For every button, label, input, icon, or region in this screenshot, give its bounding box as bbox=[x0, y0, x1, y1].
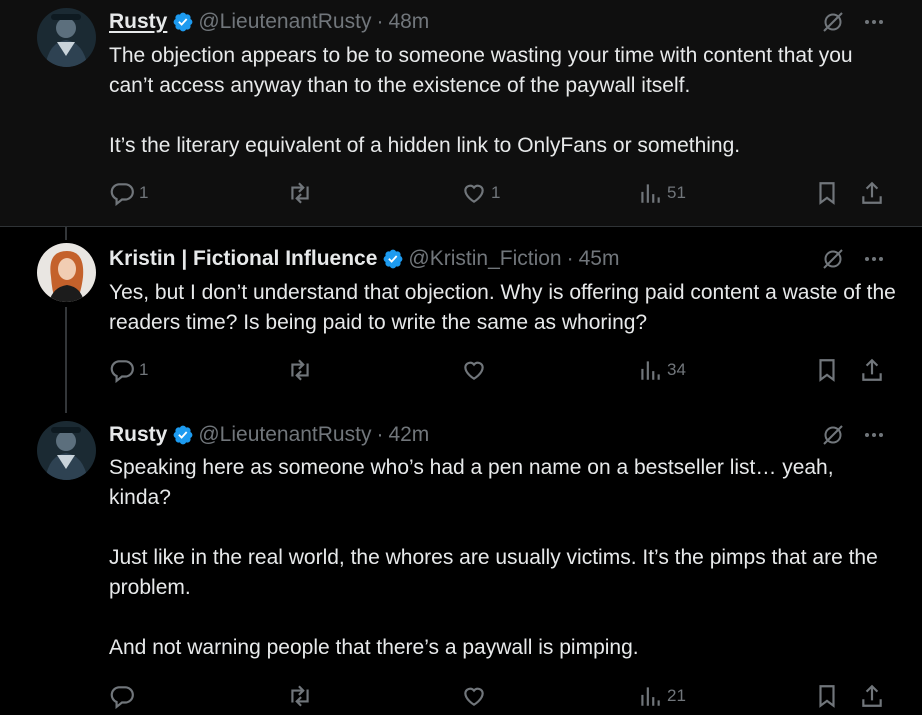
tweet-paragraph: Just like in the real world, the whores … bbox=[109, 546, 878, 599]
separator-dot: · bbox=[566, 247, 574, 270]
tweet-text: Yes, but I don’t understand that objecti… bbox=[109, 278, 899, 338]
reply-count: 1 bbox=[139, 360, 149, 379]
views-count: 34 bbox=[667, 360, 686, 379]
tweet-actions: 21 bbox=[109, 684, 889, 709]
grok-icon[interactable] bbox=[821, 247, 845, 271]
bookmark-icon bbox=[819, 182, 835, 205]
views-icon bbox=[641, 687, 660, 706]
author-handle[interactable]: @LieutenantRusty bbox=[198, 423, 371, 447]
verified-badge-icon bbox=[173, 12, 193, 32]
share-button[interactable] bbox=[859, 181, 885, 205]
reply-button[interactable]: 1 bbox=[109, 358, 149, 383]
tweet-paragraph: And not warning people that there’s a pa… bbox=[109, 636, 639, 659]
bookmark-icon bbox=[819, 359, 835, 382]
like-count: 1 bbox=[491, 183, 501, 202]
grok-icon[interactable] bbox=[821, 423, 845, 447]
views-count: 51 bbox=[667, 183, 686, 202]
timestamp[interactable]: 45m bbox=[579, 247, 620, 271]
author-name[interactable]: Rusty bbox=[109, 10, 167, 34]
like-icon bbox=[464, 184, 484, 203]
retweet-icon bbox=[291, 685, 309, 707]
share-icon bbox=[862, 181, 882, 204]
like-button[interactable]: 1 bbox=[461, 181, 500, 205]
reply-icon bbox=[110, 686, 134, 709]
tweet-header: Kristin | Fictional Influence @Kristin_F… bbox=[109, 247, 619, 271]
verified-badge-icon bbox=[173, 425, 193, 445]
reply-button[interactable] bbox=[109, 684, 139, 709]
verified-badge-icon bbox=[384, 249, 403, 269]
bookmark-button[interactable] bbox=[814, 358, 840, 382]
reply-icon bbox=[110, 183, 134, 206]
grok-icon[interactable] bbox=[821, 10, 845, 34]
tweet[interactable]: Rusty @LieutenantRusty · 42m Speaking he… bbox=[0, 407, 922, 715]
retweet-button[interactable] bbox=[287, 684, 317, 708]
like-button[interactable] bbox=[461, 358, 491, 382]
avatar[interactable] bbox=[37, 243, 96, 302]
share-button[interactable] bbox=[859, 358, 885, 382]
tweet-header: Rusty @LieutenantRusty · 42m bbox=[109, 423, 429, 447]
separator-dot: · bbox=[376, 423, 384, 446]
tweet-paragraph: Yes, but I don’t understand that objecti… bbox=[109, 281, 896, 334]
author-handle[interactable]: @Kristin_Fiction bbox=[408, 247, 561, 271]
share-button[interactable] bbox=[859, 684, 885, 708]
reply-count: 1 bbox=[139, 183, 149, 202]
tweet-header: Rusty @LieutenantRusty · 48m bbox=[109, 10, 429, 34]
author-handle[interactable]: @LieutenantRusty bbox=[198, 10, 371, 34]
retweet-button[interactable] bbox=[287, 181, 317, 205]
views-icon bbox=[641, 184, 660, 203]
timestamp[interactable]: 48m bbox=[388, 10, 429, 34]
share-icon bbox=[862, 684, 882, 707]
more-icon[interactable] bbox=[862, 423, 886, 447]
tweet-actions: 1 1 51 bbox=[109, 181, 889, 206]
views-button[interactable]: 21 bbox=[637, 684, 686, 708]
more-icon[interactable] bbox=[862, 10, 886, 34]
views-button[interactable]: 34 bbox=[637, 358, 686, 382]
tweet-paragraph: Speaking here as someone who’s had a pen… bbox=[109, 456, 834, 509]
reply-icon bbox=[110, 360, 134, 383]
like-icon bbox=[464, 361, 484, 380]
author-name[interactable]: Kristin | Fictional Influence bbox=[109, 247, 377, 271]
timestamp[interactable]: 42m bbox=[388, 423, 429, 447]
retweet-icon bbox=[291, 359, 309, 381]
bookmark-button[interactable] bbox=[814, 181, 840, 205]
like-button[interactable] bbox=[461, 684, 491, 708]
reply-button[interactable]: 1 bbox=[109, 181, 149, 206]
bookmark-icon bbox=[819, 685, 835, 708]
views-icon bbox=[641, 361, 660, 380]
tweet-text: Speaking here as someone who’s had a pen… bbox=[109, 453, 899, 663]
retweet-icon bbox=[291, 182, 309, 204]
tweet[interactable]: Kristin | Fictional Influence @Kristin_F… bbox=[0, 227, 922, 407]
tweet-text: The objection appears to be to someone w… bbox=[109, 41, 899, 161]
tweet-actions: 1 34 bbox=[109, 358, 889, 383]
retweet-button[interactable] bbox=[287, 358, 317, 382]
tweet-paragraph: The objection appears to be to someone w… bbox=[109, 44, 853, 97]
tweet-paragraph: It’s the literary equivalent of a hidden… bbox=[109, 134, 741, 157]
like-icon bbox=[464, 687, 484, 706]
avatar[interactable] bbox=[37, 8, 96, 67]
more-icon[interactable] bbox=[862, 247, 886, 271]
tweet[interactable]: Rusty @LieutenantRusty · 48m The objecti… bbox=[0, 0, 922, 227]
views-count: 21 bbox=[667, 686, 686, 705]
views-button[interactable]: 51 bbox=[637, 181, 686, 205]
author-name[interactable]: Rusty bbox=[109, 423, 167, 447]
bookmark-button[interactable] bbox=[814, 684, 840, 708]
share-icon bbox=[862, 358, 882, 381]
separator-dot: · bbox=[376, 10, 384, 33]
avatar[interactable] bbox=[37, 421, 96, 480]
